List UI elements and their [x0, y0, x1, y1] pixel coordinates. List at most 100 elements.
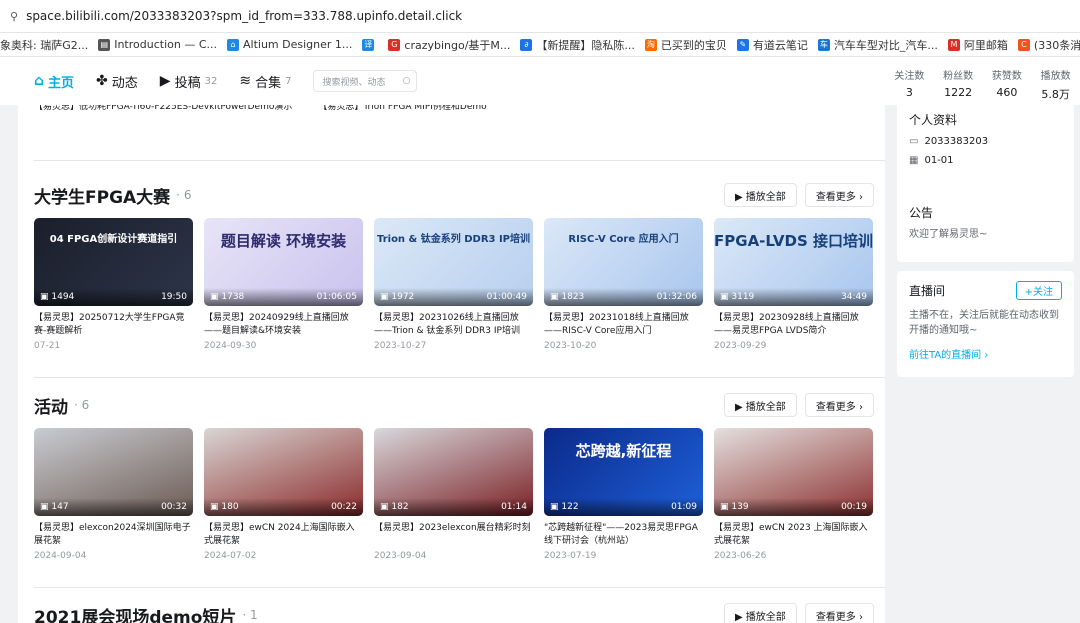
thumbnail-overlay: ▣ 139 00:19 — [714, 498, 873, 516]
bookmark-item[interactable]: 车汽车车型对比_汽车... — [817, 37, 938, 53]
stat-value: 5.8万 — [1041, 88, 1070, 101]
video-title[interactable]: 【易灵思】20230928线上直播回放——易灵思FPGA LVDS简介 — [714, 312, 873, 338]
bookmark-icon: M — [947, 38, 960, 51]
section-title[interactable]: 大学生FPGA大赛 — [34, 183, 170, 208]
thumbnail-overlay: ▣ 3119 34:49 — [714, 288, 873, 306]
bookmark-icon: ∂ — [520, 38, 533, 51]
video-thumbnail[interactable]: ▣ 139 00:19 — [714, 428, 873, 516]
bookmark-item[interactable]: C(330条消息) AD中... — [1017, 37, 1080, 53]
video-card[interactable]: ▣ 139 00:19 【易灵思】ewCN 2023 上海国际嵌入式展花絮 2023-… — [714, 428, 873, 561]
video-thumbnail[interactable]: 题目解读 环境安装 ▣ 1738 01:06:05 — [204, 218, 363, 306]
bookmark-label: Introduction — C... — [114, 38, 217, 51]
view-count: ▣ 122 — [550, 502, 579, 512]
video-thumbnail[interactable]: ▣ 182 01:14 — [374, 428, 533, 516]
thumbnail-overlay: ▣ 1972 01:00:49 — [374, 288, 533, 306]
video-title[interactable]: 【易灵思】2023elexcon展台精彩时刻 — [374, 522, 533, 548]
video-duration: 01:14 — [501, 502, 527, 512]
section-count: · 6 — [74, 398, 90, 412]
live-title: 直播间 — [909, 284, 946, 298]
video-duration: 34:49 — [841, 292, 867, 302]
go-live-room-link[interactable]: 前往TA的直播间 › — [909, 346, 1062, 361]
video-title[interactable]: 【易灵思】20231018线上直播回放——RISC-V Core应用入门 — [544, 312, 703, 338]
bookmark-item[interactable]: ⌂ Altium Designer 1... — [227, 38, 352, 51]
video-thumbnail[interactable]: ▣ 147 00:32 — [34, 428, 193, 516]
video-card[interactable]: FPGA-LVDS 接口培训 ▣ 3119 34:49 【易灵思】20230928线上… — [714, 218, 873, 351]
video-thumbnail[interactable]: Trion & 钛金系列 DDR3 IP培训 ▣ 1972 01:00:49 — [374, 218, 533, 306]
stat-item[interactable]: 粉丝数 1222 — [943, 67, 973, 105]
video-title[interactable]: 【易灵思】20240929线上直播回放——题目解读&环境安装 — [204, 312, 363, 338]
video-title[interactable]: "芯跨越新征程"——2023易灵思FPGA线下研讨会（杭州站） — [544, 522, 703, 548]
stat-label: 粉丝数 — [943, 71, 974, 82]
nav-tab-icon: ▶ — [159, 73, 171, 89]
site-info-icon[interactable]: ⚲ — [10, 10, 18, 23]
play-all-button[interactable]: ▶ 播放全部 — [723, 393, 797, 417]
bookmark-item[interactable]: ▤ Introduction — C... — [98, 38, 217, 51]
video-card[interactable]: ▣ 180 00:22 【易灵思】ewCN 2024上海国际嵌入式展花絮 2024-0… — [204, 428, 363, 561]
follow-live-button[interactable]: +关注 — [1015, 281, 1062, 300]
video-title[interactable]: 【易灵思】ewCN 2024上海国际嵌入式展花絮 — [204, 522, 363, 548]
bookmark-item[interactable]: M 阿里邮箱 — [947, 37, 1008, 53]
video-card[interactable]: 04 FPGA创新设计赛道指引 ▣ 1494 19:50 【易灵思】20250712大… — [34, 218, 193, 351]
video-card[interactable]: Trion & 钛金系列 DDR3 IP培训 ▣ 1972 01:00:49 【易灵思… — [374, 218, 533, 351]
uid-value: 2033383203 — [924, 136, 989, 147]
stat-item[interactable]: 关注数 3 — [894, 67, 924, 105]
nav-tab-dynamic[interactable]: ✤ 动态 — [96, 72, 138, 91]
video-thumbnail[interactable]: 04 FPGA创新设计赛道指引 ▣ 1494 19:50 — [34, 218, 193, 306]
thumbnail-overlay: ▣ 1823 01:32:06 — [544, 288, 703, 306]
space-nav: ⌂ 主页 ✤ 动态 ▶ 投稿 32 ≋ 合集 7 搜索视频、动态 ○ — [0, 57, 885, 105]
address-bar[interactable]: ⚲ space.bilibili.com/2033383203?spm_id_f… — [0, 0, 1080, 33]
thumbnail-overlay: ▣ 122 01:09 — [544, 498, 703, 516]
video-title[interactable]: 【易灵思】ewCN 2023 上海国际嵌入式展花絮 — [714, 522, 873, 548]
divider — [34, 160, 885, 161]
video-duration: 01:09 — [671, 502, 697, 512]
video-card[interactable]: RISC-V Core 应用入门 ▣ 1823 01:32:06 【易灵思】20231… — [544, 218, 703, 351]
bookmark-item[interactable]: 象奥科: 瑞萨G2... — [0, 37, 88, 53]
see-more-button[interactable]: 查看更多 › — [804, 603, 874, 623]
section-title[interactable]: 2021展会现场demo短片 — [34, 603, 236, 623]
url-text: space.bilibili.com/2033383203?spm_id_fro… — [26, 9, 463, 23]
nav-tab-home[interactable]: ⌂ 主页 — [34, 72, 74, 91]
bookmark-item[interactable]: ✎ 有道云笔记 — [736, 37, 808, 53]
bookmark-item[interactable]: Gcrazybingo/基于M... — [388, 37, 510, 53]
section-header: 2021展会现场demo短片 · 1 ▶ 播放全部 查看更多 › — [34, 601, 874, 623]
see-more-button[interactable]: 查看更多 › — [804, 183, 874, 207]
video-card[interactable]: ▣ 182 01:14 【易灵思】2023elexcon展台精彩时刻 2023-09-… — [374, 428, 533, 561]
bookmark-label: 【新提醒】隐私陈... — [536, 38, 635, 52]
stat-item[interactable]: 播放数 5.8万 — [1041, 67, 1071, 105]
video-card[interactable]: 题目解读 环境安装 ▣ 1738 01:06:05 【易灵思】20240929线上直播… — [204, 218, 363, 351]
nav-tab-collections[interactable]: ≋ 合集 7 — [239, 72, 291, 91]
video-duration: 19:50 — [161, 292, 187, 302]
search-input[interactable]: 搜索视频、动态 ○ — [313, 70, 418, 92]
play-all-button[interactable]: ▶ 播放全部 — [723, 183, 797, 207]
play-all-button[interactable]: ▶ 播放全部 — [723, 603, 797, 623]
bookmark-icon: ✎ — [736, 38, 749, 51]
bookmark-icon: ⌂ — [227, 38, 239, 51]
video-thumbnail[interactable]: FPGA-LVDS 接口培训 ▣ 3119 34:49 — [714, 218, 873, 306]
notice-title: 公告 — [909, 206, 934, 220]
bookmark-item[interactable]: ∂ 【新提醒】隐私陈... — [520, 37, 635, 53]
main-content: 【易灵思】低功耗FPGA-Ti60-F225ES-DevkitPowerDemo… — [18, 102, 885, 623]
video-thumbnail[interactable]: 芯跨越,新征程 ▣ 122 01:09 — [544, 428, 703, 516]
bookmark-item[interactable]: 译 — [362, 38, 378, 51]
video-thumbnail[interactable]: ▣ 180 00:22 — [204, 428, 363, 516]
nav-tab-label: 动态 — [111, 75, 138, 91]
stat-item[interactable]: 获赞数 460 — [992, 67, 1022, 105]
bookmark-item[interactable]: 淘已买到的宝贝 — [644, 37, 727, 53]
bookmark-label: Altium Designer 1... — [243, 38, 353, 51]
video-date: 2024-09-04 — [34, 551, 87, 561]
video-date: 2023-09-29 — [714, 341, 767, 351]
nav-tab-count: 7 — [285, 75, 292, 87]
section-title[interactable]: 活动 — [34, 393, 68, 418]
video-title[interactable]: 【易灵思】20231026线上直播回放——Trion & 钛金系列 DDR3 I… — [374, 312, 533, 338]
video-title[interactable]: 【易灵思】elexcon2024深圳国际电子展花絮 — [34, 522, 193, 548]
view-count: ▣ 180 — [210, 502, 239, 512]
bookmark-label: 有道云笔记 — [752, 38, 808, 52]
video-thumbnail[interactable]: RISC-V Core 应用入门 ▣ 1823 01:32:06 — [544, 218, 703, 306]
video-card[interactable]: ▣ 147 00:32 【易灵思】elexcon2024深圳国际电子展花絮 2024-… — [34, 428, 193, 561]
see-more-button[interactable]: 查看更多 › — [804, 393, 874, 417]
video-title[interactable]: 【易灵思】20250712大学生FPGA竞赛-赛题解析 — [34, 312, 193, 338]
calendar-icon: ▦ — [909, 155, 919, 166]
bookmark-icon: C — [1017, 38, 1030, 51]
video-card[interactable]: 芯跨越,新征程 ▣ 122 01:09 "芯跨越新征程"——2023易灵思FPGA线下… — [544, 428, 703, 561]
nav-tab-uploads[interactable]: ▶ 投稿 32 — [160, 72, 218, 91]
